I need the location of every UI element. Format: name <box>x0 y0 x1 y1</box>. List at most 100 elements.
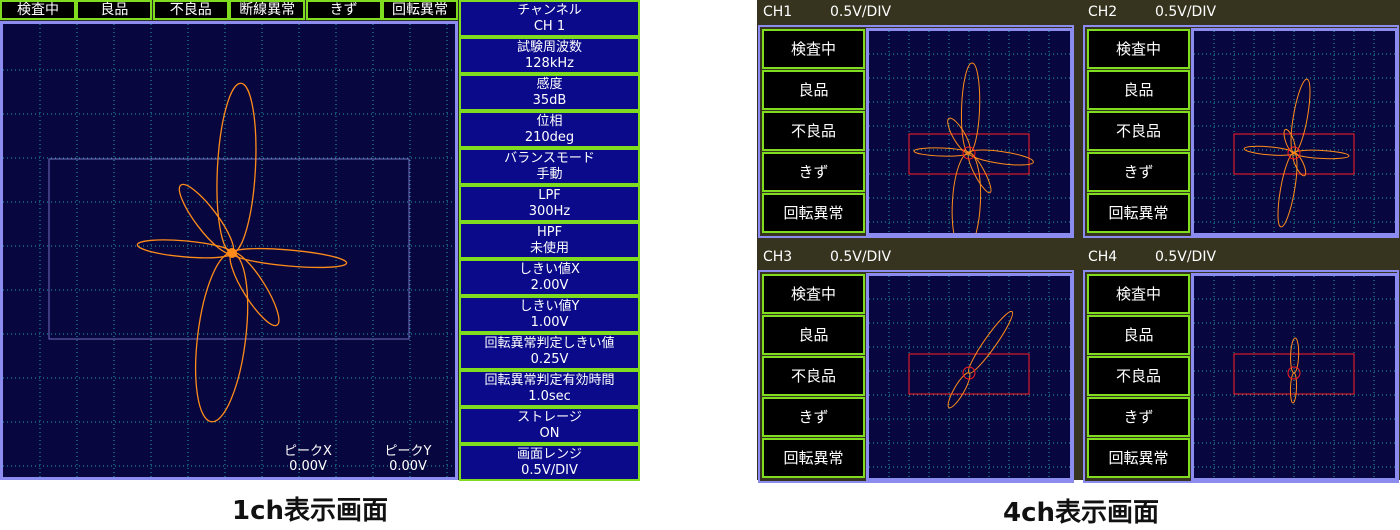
channel-plot <box>1191 273 1398 481</box>
trace-lobe <box>1277 152 1298 228</box>
status-button[interactable]: 不良品 <box>1087 356 1190 396</box>
channel-range: 0.5V/DIV <box>1155 249 1217 265</box>
setting-value: 未使用 <box>529 241 569 256</box>
setting-button[interactable]: バランスモード 手動 <box>459 148 640 185</box>
status-button[interactable]: 検査中 <box>762 274 865 314</box>
trace-lobe <box>967 310 1014 374</box>
trace-lobe <box>1283 128 1296 154</box>
setting-value: 128kHz <box>525 56 574 71</box>
setting-button[interactable]: 回転異常判定しきい値 0.25V <box>459 333 640 370</box>
setting-button[interactable]: LPF 300Hz <box>459 185 640 222</box>
channel-range: 0.5V/DIV <box>830 249 892 265</box>
status-button[interactable]: きず <box>762 397 865 437</box>
grid <box>1194 31 1395 233</box>
channel-range: 0.5V/DIV <box>830 4 892 20</box>
status-button[interactable]: 回転異常 <box>762 193 865 233</box>
setting-button[interactable]: しきい値X 2.00V <box>459 259 640 296</box>
trace-lobe <box>967 152 992 194</box>
trace-center <box>227 248 237 258</box>
status-button[interactable]: 検査中 <box>762 29 865 69</box>
trace-lobe <box>1290 78 1311 154</box>
setting-label: 回転異常判定有効時間 <box>484 373 615 388</box>
status-button[interactable]: 良品 <box>762 70 865 110</box>
status-button[interactable]: 回転異常 <box>1087 438 1190 478</box>
status-button[interactable]: 回転異常 <box>1087 193 1190 233</box>
setting-value: 2.00V <box>530 278 569 293</box>
grid <box>869 31 1070 233</box>
setting-value: 0.25V <box>530 352 569 367</box>
single-channel-plot: ピークX 0.00V ピークY 0.00V <box>0 21 458 480</box>
status-button[interactable]: 検査中 <box>1087 29 1190 69</box>
status-button[interactable]: きず <box>762 152 865 192</box>
channel-name: CH4 <box>1088 249 1118 265</box>
setting-value: 1.0sec <box>528 389 571 404</box>
status-button[interactable]: 回転異常 <box>762 438 865 478</box>
setting-label: チャンネル <box>517 3 582 18</box>
channel-name: CH3 <box>763 249 793 265</box>
trace-lobe <box>229 251 280 327</box>
status-button[interactable]: 良品 <box>1087 315 1190 355</box>
setting-button[interactable]: 位相 210deg <box>459 111 640 148</box>
status-button[interactable]: きず <box>1087 152 1190 192</box>
setting-button[interactable]: ストレージ ON <box>459 407 640 444</box>
setting-value: 300Hz <box>528 204 571 219</box>
setting-button[interactable]: しきい値Y 1.00V <box>459 296 640 333</box>
channel-plot <box>866 273 1073 481</box>
trace-lobe <box>195 252 249 423</box>
setting-label: 試験周波数 <box>516 40 582 55</box>
setting-label: 位相 <box>536 114 563 129</box>
peak-x: ピークX 0.00V <box>273 444 343 474</box>
channel-name: CH1 <box>763 4 793 20</box>
single-channel-screen: ピークX 0.00V ピークY 0.00V 検査中 良品 不良品 断線異常 きず 回転異常 チャ… <box>0 0 640 481</box>
channel-panel-1: 検査中 良品 不良品 きず 回転異常 <box>758 25 1074 238</box>
trace-lobe <box>231 247 348 269</box>
status-button[interactable]: 検査中 <box>1087 274 1190 314</box>
setting-label: 画面レンジ <box>516 447 582 462</box>
peak-y: ピークY 0.00V <box>373 444 443 474</box>
setting-label: 回転異常判定しきい値 <box>484 336 615 351</box>
status-button[interactable]: 不良品 <box>1087 111 1190 151</box>
status-button[interactable]: 良品 <box>1087 70 1190 110</box>
trace-lobe <box>1293 149 1350 160</box>
setting-value: 0.5V/DIV <box>521 463 578 478</box>
trace-lobe <box>960 62 981 154</box>
single-caption: 1ch表示画面 <box>232 496 389 526</box>
status-indicator: 断線異常 <box>229 0 306 20</box>
setting-label: HPF <box>536 225 563 240</box>
quad-caption: 4ch表示画面 <box>1003 498 1160 528</box>
setting-button[interactable]: 画面レンジ 0.5V/DIV <box>459 444 640 481</box>
grid <box>1194 276 1395 478</box>
setting-label: LPF <box>538 188 561 203</box>
setting-button[interactable]: 感度 35dB <box>459 74 640 111</box>
setting-button[interactable]: 試験周波数 128kHz <box>459 37 640 74</box>
trace-lobe <box>951 152 982 233</box>
status-button[interactable]: 不良品 <box>762 111 865 151</box>
status-indicator: 回転異常 <box>382 0 458 20</box>
setting-label: しきい値Y <box>519 299 580 314</box>
setting-label: バランスモード <box>504 151 595 166</box>
setting-value: 210deg <box>524 130 575 145</box>
status-button[interactable]: 不良品 <box>762 356 865 396</box>
status-indicator: 良品 <box>76 0 153 20</box>
channel-plot <box>1191 28 1398 236</box>
setting-label: しきい値X <box>519 262 580 277</box>
peak-x-value: 0.00V <box>289 459 327 474</box>
channel-panel-2: 検査中 良品 不良品 きず 回転異常 <box>1083 25 1399 238</box>
setting-value: 1.00V <box>530 315 569 330</box>
peak-x-label: ピークX <box>284 444 332 459</box>
channel-panel-4: 検査中 良品 不良品 きず 回転異常 <box>1083 270 1399 483</box>
peak-y-value: 0.00V <box>389 459 427 474</box>
channel-panel-3: 検査中 良品 不良品 きず 回転異常 <box>758 270 1074 483</box>
trace-lobe <box>1289 372 1298 404</box>
trace-lobe <box>1243 145 1295 156</box>
setting-value: 手動 <box>536 167 563 182</box>
setting-button[interactable]: HPF 未使用 <box>459 222 640 259</box>
setting-button[interactable]: 回転異常判定有効時間 1.0sec <box>459 370 640 407</box>
peak-y-label: ピークY <box>384 444 432 459</box>
status-button[interactable]: きず <box>1087 397 1190 437</box>
setting-button[interactable]: チャンネル CH 1 <box>459 0 640 37</box>
setting-value: ON <box>539 426 560 441</box>
channel-name: CH2 <box>1088 4 1118 20</box>
status-indicator: きず <box>305 0 382 20</box>
status-button[interactable]: 良品 <box>762 315 865 355</box>
